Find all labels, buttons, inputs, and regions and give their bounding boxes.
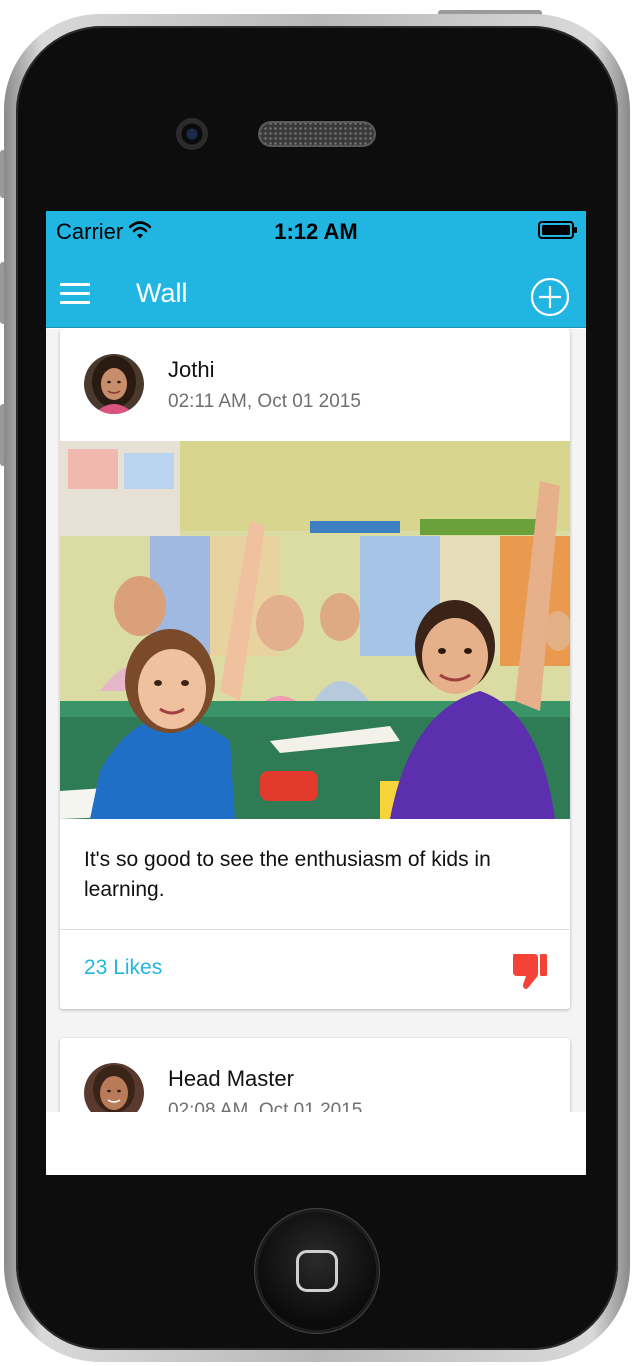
post-footer: 23 Likes bbox=[60, 929, 570, 1007]
author-name[interactable]: Jothi bbox=[168, 357, 214, 383]
home-square-icon bbox=[296, 1250, 338, 1292]
avatar-photo bbox=[84, 354, 144, 414]
page-title: Wall bbox=[136, 278, 188, 308]
home-button[interactable] bbox=[258, 1212, 376, 1330]
post-timestamp: 02:11 AM, Oct 01 2015 bbox=[168, 391, 361, 412]
phone-screen: Carrier 1:12 AM Wall Jothi 02:11 AM, Oct… bbox=[46, 211, 586, 1175]
post-text: It's so good to see the enthusiasm of ki… bbox=[84, 848, 491, 901]
screen-bottom-area bbox=[46, 1112, 586, 1175]
post-card: Jothi 02:11 AM, Oct 01 2015 It's so good… bbox=[60, 329, 570, 1009]
post-timestamp: 02:08 AM, Oct 01 2015 bbox=[168, 1100, 363, 1112]
app-bar: Wall bbox=[46, 261, 586, 328]
post-header: Jothi 02:11 AM, Oct 01 2015 bbox=[60, 329, 570, 441]
author-name[interactable]: Head Master bbox=[168, 1066, 294, 1092]
earpiece-speaker bbox=[258, 121, 376, 147]
battery-icon bbox=[538, 221, 577, 239]
clock: 1:12 AM bbox=[274, 219, 358, 244]
post-header: Head Master 02:08 AM, Oct 01 2015 bbox=[60, 1038, 570, 1112]
avatar[interactable] bbox=[84, 354, 144, 414]
thumbs-down-icon[interactable] bbox=[510, 950, 550, 990]
feed-viewport: Jothi 02:11 AM, Oct 01 2015 It's so good… bbox=[46, 329, 586, 1112]
avatar-photo bbox=[84, 1063, 144, 1112]
add-circle-icon[interactable] bbox=[530, 277, 570, 317]
front-camera bbox=[176, 118, 208, 150]
avatar[interactable] bbox=[84, 1063, 144, 1112]
post-card: Head Master 02:08 AM, Oct 01 2015 bbox=[60, 1038, 570, 1112]
wall-feed[interactable]: Jothi 02:11 AM, Oct 01 2015 It's so good… bbox=[46, 329, 586, 1175]
menu-icon[interactable] bbox=[60, 281, 92, 307]
likes-count[interactable]: 23 Likes bbox=[84, 956, 162, 980]
status-bar: Carrier 1:12 AM bbox=[46, 211, 586, 261]
post-image[interactable] bbox=[60, 441, 570, 819]
classroom-photo bbox=[60, 441, 570, 819]
